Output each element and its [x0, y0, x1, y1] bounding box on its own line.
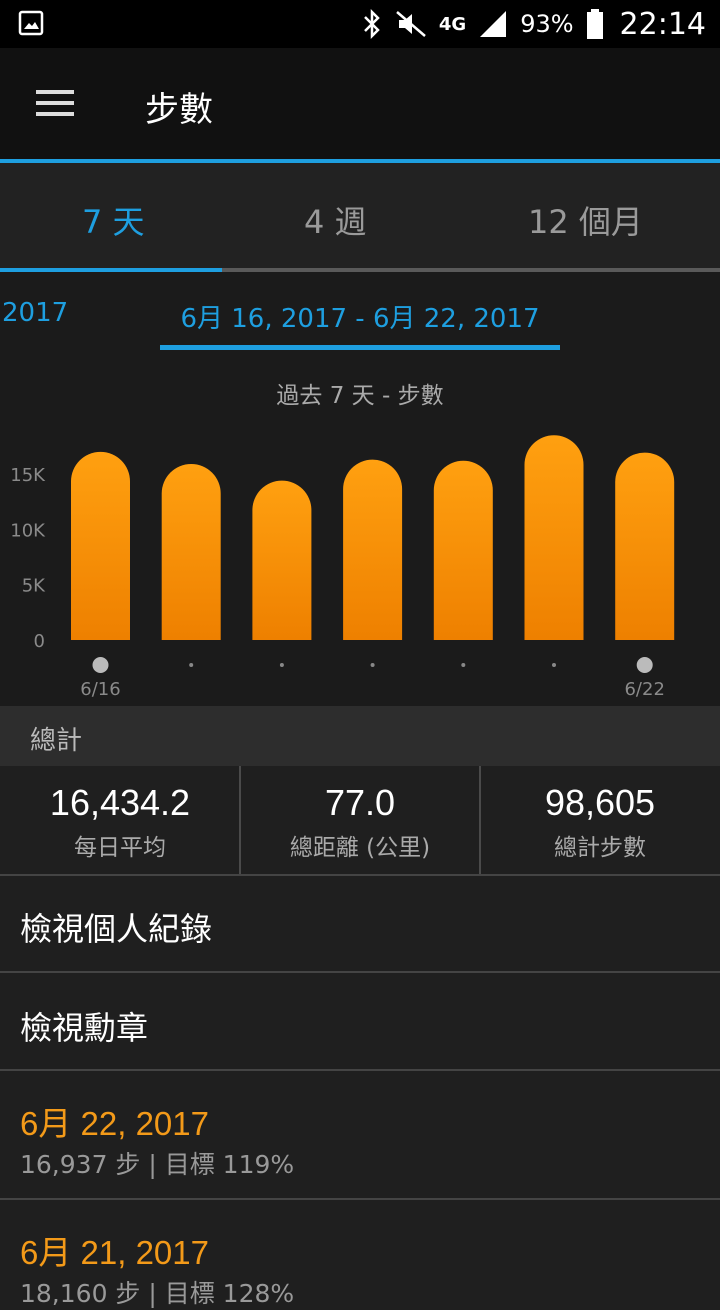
day-row[interactable]: 6月 21, 2017 18,160 步 | 目標 128%	[0, 1200, 720, 1308]
chart-title: 過去 7 天 - 步數	[276, 383, 444, 409]
x-tick-label: 6/22	[624, 679, 664, 700]
total-distance-value: 77.0	[324, 782, 396, 823]
view-badges-row[interactable]: 檢視勳章	[0, 973, 720, 1069]
view-badges-label: 檢視勳章	[20, 1009, 149, 1047]
x-tick-marker	[552, 663, 556, 667]
chart-bar[interactable]	[161, 464, 221, 640]
chart-bar[interactable]	[433, 460, 493, 640]
chart-bar[interactable]	[343, 459, 403, 640]
day-date: 6月 22, 2017	[20, 1105, 209, 1142]
daily-average-label: 每日平均	[74, 835, 166, 861]
tab-4-weeks[interactable]: 4 週	[304, 197, 367, 243]
day-date: 6月 21, 2017	[20, 1234, 209, 1271]
x-tick-marker	[370, 663, 375, 667]
totals-header: 總計	[0, 706, 720, 766]
stats-divider	[239, 766, 241, 874]
x-tick-marker	[461, 663, 466, 667]
app-bar: 步數	[0, 48, 720, 160]
x-tick-marker	[92, 657, 109, 673]
tab-12-months[interactable]: 12 個月	[528, 197, 643, 243]
network-type: 4G	[438, 13, 467, 35]
x-tick-marker	[279, 663, 284, 667]
signal-icon	[480, 11, 507, 37]
steps-bar-chart: 0 5K 10K 15K 6/16 6/22	[10, 435, 675, 700]
battery-percent: 93%	[520, 10, 574, 38]
y-tick-label: 0	[34, 631, 45, 652]
stats-divider	[479, 766, 481, 874]
total-steps-value: 98,605	[544, 782, 656, 823]
period-tabs: 7 天 4 週 12 個月	[0, 163, 720, 273]
hamburger-menu-icon[interactable]	[36, 88, 76, 118]
battery-icon	[586, 9, 603, 39]
clock: 22:14	[619, 6, 706, 42]
total-steps-label: 總計步數	[554, 835, 646, 861]
page-title: 步數	[145, 90, 213, 130]
current-range[interactable]: 6月 16, 2017 - 6月 22, 2017	[160, 298, 560, 335]
x-tick-marker	[189, 663, 194, 667]
view-records-row[interactable]: 檢視個人紀錄	[0, 876, 720, 972]
chart-bar[interactable]	[71, 451, 130, 640]
mute-icon	[396, 11, 426, 37]
stat-total-distance: 77.0 總距離 (公里)	[240, 766, 480, 874]
total-distance-label: 總距離 (公里)	[289, 835, 431, 861]
day-summary: 18,160 步 | 目標 128%	[20, 1279, 295, 1308]
y-tick-label: 5K	[22, 576, 46, 597]
bluetooth-icon	[363, 8, 380, 40]
chart-bar[interactable]	[252, 480, 312, 640]
stat-total-steps: 98,605 總計步數	[480, 766, 720, 874]
status-icons: 4G 93% 22:14	[361, 0, 706, 48]
totals-stats: 16,434.2 每日平均 77.0 總距離 (公里) 98,605 總計步數	[0, 766, 720, 874]
day-summary: 16,937 步 | 目標 119%	[20, 1150, 295, 1179]
tab-7-days[interactable]: 7 天	[82, 197, 145, 243]
current-range-underline	[160, 345, 560, 350]
x-tick-label: 6/16	[80, 679, 120, 700]
view-records-label: 檢視個人紀錄	[20, 910, 213, 948]
day-row[interactable]: 6月 22, 2017 16,937 步 | 目標 119%	[0, 1071, 720, 1198]
x-tick-marker	[636, 657, 653, 673]
previous-range[interactable]: 2017	[2, 298, 68, 328]
y-tick-label: 15K	[10, 465, 46, 486]
status-bar: 4G 93% 22:14	[0, 0, 720, 48]
gallery-icon	[18, 10, 44, 36]
chart-bar[interactable]	[524, 435, 584, 640]
chart-bar[interactable]	[615, 452, 675, 640]
y-tick-label: 10K	[10, 520, 46, 541]
totals-header-label: 總計	[30, 726, 83, 756]
daily-average-value: 16,434.2	[49, 782, 191, 823]
stat-daily-average: 16,434.2 每日平均	[0, 766, 240, 874]
